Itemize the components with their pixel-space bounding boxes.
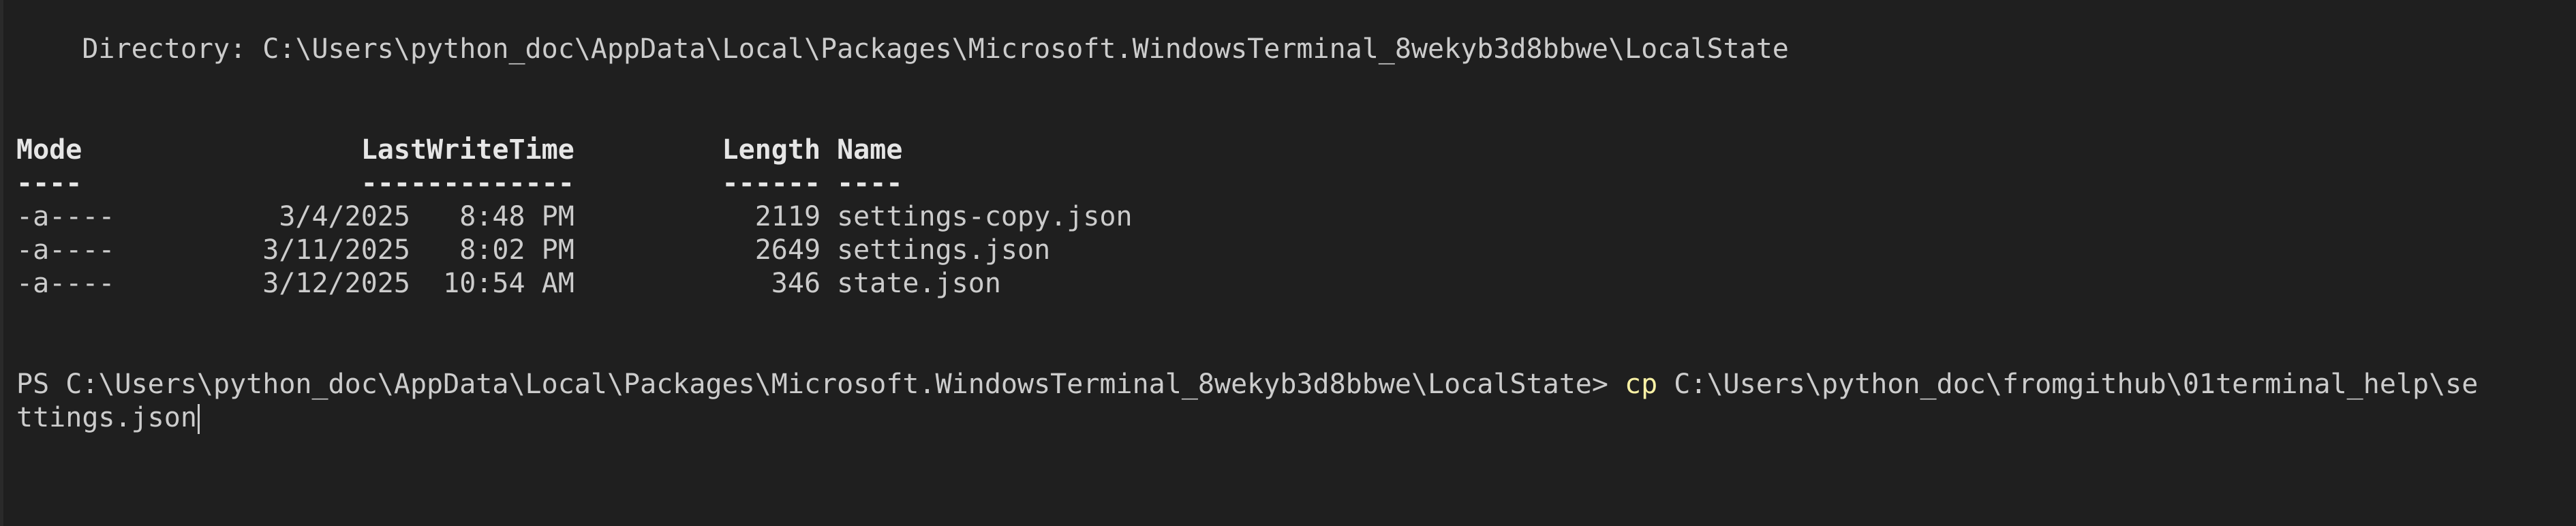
listing-header: Mode LastWriteTime Length Name: [16, 134, 903, 166]
command-name: cp: [1625, 369, 1658, 400]
prompt-line: PS C:\Users\python_doc\AppData\Local\Pac…: [16, 368, 2478, 401]
directory-line: Directory: C:\Users\python_doc\AppData\L…: [16, 33, 1789, 65]
listing-header-underline: ---- ------------- ------ ----: [16, 168, 903, 199]
terminal-window[interactable]: Directory: C:\Users\python_doc\AppData\L…: [0, 0, 2576, 526]
window-left-border: [0, 0, 3, 526]
listing-row: -a---- 3/4/2025 8:48 PM 2119 settings-co…: [16, 201, 1133, 232]
prompt-text: PS C:\Users\python_doc\AppData\Local\Pac…: [16, 369, 1625, 400]
listing-row: -a---- 3/12/2025 10:54 AM 346 state.json: [16, 268, 1001, 299]
command-argument-wrap: ttings.json: [16, 402, 197, 433]
listing-row: -a---- 3/11/2025 8:02 PM 2649 settings.j…: [16, 234, 1051, 266]
command-argument: C:\Users\python_doc\fromgithub\01termina…: [1657, 369, 2479, 400]
text-cursor: [197, 404, 200, 434]
prompt-line-wrap[interactable]: ttings.json: [16, 401, 200, 435]
